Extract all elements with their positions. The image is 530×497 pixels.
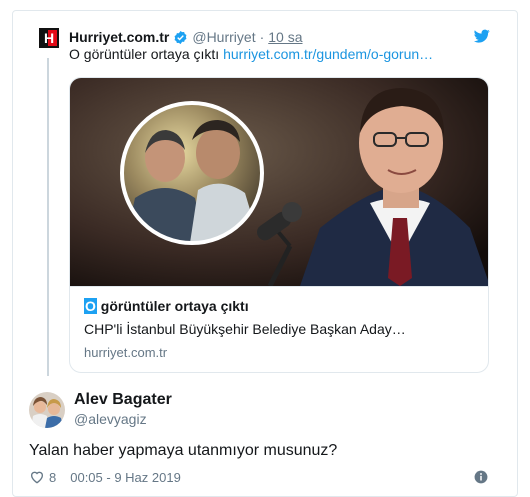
card-title-highlight: O xyxy=(84,298,97,314)
reply-timestamp[interactable]: 00:05 - 9 Haz 2019 xyxy=(70,470,181,485)
like-count[interactable]: 8 xyxy=(49,470,56,485)
parent-text-body: O görüntüler ortaya çıktı xyxy=(69,46,220,62)
info-icon[interactable] xyxy=(474,470,488,484)
link-preview-card[interactable]: O görüntüler ortaya çıktı CHP'li İstanbu… xyxy=(69,77,489,373)
parent-handle[interactable]: @Hurriyet xyxy=(192,29,255,45)
reply-text: Yalan haber yapmaya utanmıyor musunuz? xyxy=(29,442,338,459)
reply-avatar[interactable] xyxy=(29,392,65,428)
parent-tweet-header: Hurriyet.com.tr @Hurriyet · 10 sa xyxy=(69,27,303,47)
verified-badge-icon xyxy=(174,30,187,44)
heart-icon[interactable] xyxy=(29,469,45,485)
logo-letter: H xyxy=(44,30,54,46)
header-separator: · xyxy=(259,29,265,45)
parent-tweet-link[interactable]: hurriyet.com.tr/gundem/o-gorun… xyxy=(223,46,433,62)
card-body: O görüntüler ortaya çıktı CHP'li İstanbu… xyxy=(70,286,488,372)
card-description: CHP'li İstanbul Büyükşehir Belediye Başk… xyxy=(84,321,406,337)
reply-author-handle[interactable]: @alevyagiz xyxy=(74,411,147,427)
thread-line xyxy=(47,58,49,376)
card-title-rest: görüntüler ortaya çıktı xyxy=(96,298,249,314)
twitter-bird-icon[interactable] xyxy=(474,28,490,44)
card-title[interactable]: O görüntüler ortaya çıktı xyxy=(84,298,249,314)
card-domain: hurriyet.com.tr xyxy=(84,345,168,360)
card-thumbnail-image xyxy=(70,78,488,286)
hurriyet-logo[interactable]: H xyxy=(39,28,59,48)
reply-footer: 8 00:05 - 9 Haz 2019 xyxy=(29,468,181,486)
parent-account-name[interactable]: Hurriyet.com.tr xyxy=(69,29,169,45)
parent-timestamp[interactable]: 10 sa xyxy=(268,29,302,45)
parent-tweet-text: O görüntüler ortaya çıktı hurriyet.com.t… xyxy=(69,46,433,62)
reply-author-name[interactable]: Alev Bagater xyxy=(74,391,172,409)
